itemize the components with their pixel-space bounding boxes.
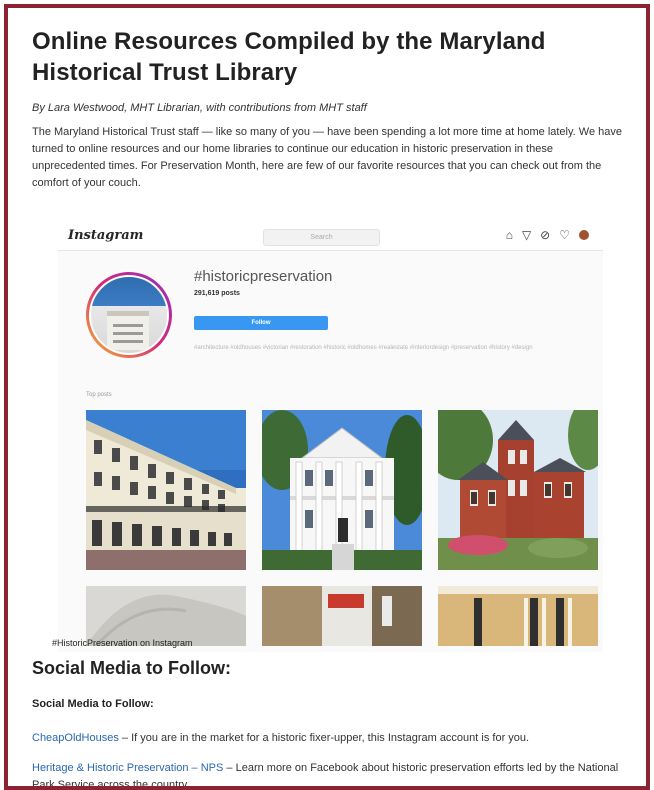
- explore-icon[interactable]: ▽: [522, 228, 531, 242]
- link-cheapoldhouses[interactable]: CheapOldHouses: [32, 732, 119, 744]
- top-posts-label: Top posts: [86, 392, 112, 398]
- instagram-logo: Instagram: [68, 228, 144, 243]
- heart-icon[interactable]: ♡: [559, 228, 570, 242]
- post-tile-white-house[interactable]: [262, 410, 422, 570]
- section-heading-social: Social Media to Follow:: [32, 658, 232, 678]
- post-tile-street[interactable]: [262, 586, 422, 646]
- instagram-topbar: Instagram Search ⌂ ▽ ⊘ ♡: [58, 222, 603, 251]
- list-item: Heritage & Historic Preservation – NPS –…: [32, 760, 630, 786]
- article-frame: Online Resources Compiled by the Marylan…: [4, 4, 650, 790]
- article-header: Online Resources Compiled by the Marylan…: [32, 26, 632, 192]
- post-tile-victorian[interactable]: [438, 410, 598, 570]
- post-tile-vault[interactable]: [86, 586, 246, 646]
- item-description: – If you are in the market for a histori…: [118, 732, 530, 744]
- instagram-search-input[interactable]: Search: [263, 229, 380, 246]
- page-title: Online Resources Compiled by the Marylan…: [32, 28, 546, 86]
- compass-icon[interactable]: ⊘: [540, 228, 550, 242]
- instagram-screenshot: Instagram Search ⌂ ▽ ⊘ ♡ #historicpreser…: [58, 222, 603, 652]
- instagram-nav-icons: ⌂ ▽ ⊘ ♡: [506, 228, 589, 242]
- byline: By Lara Westwood, MHT Librarian, with co…: [32, 102, 367, 114]
- subheading-social: Social Media to Follow:: [32, 698, 154, 710]
- related-hashtags: #architecture #oldhouses #victorian #res…: [194, 345, 533, 351]
- profile-icon[interactable]: [579, 230, 589, 240]
- image-caption: #HistoricPreservation on Instagram: [52, 638, 193, 648]
- list-item: CheapOldHouses – If you are in the marke…: [32, 730, 630, 747]
- hashtag-avatar: [86, 272, 172, 358]
- post-tile-stone[interactable]: [438, 586, 598, 646]
- link-nps-heritage[interactable]: Heritage & Historic Preservation – NPS: [32, 762, 223, 774]
- home-icon[interactable]: ⌂: [506, 228, 513, 242]
- intro-paragraph: The Maryland Historical Trust staff — li…: [32, 126, 622, 189]
- hashtag-title: #historicpreservation: [194, 268, 333, 285]
- posts-count: 291,619 posts: [194, 290, 240, 297]
- follow-button[interactable]: Follow: [194, 316, 328, 330]
- avatar-image: [89, 275, 169, 355]
- post-tile-terrace[interactable]: [86, 410, 246, 570]
